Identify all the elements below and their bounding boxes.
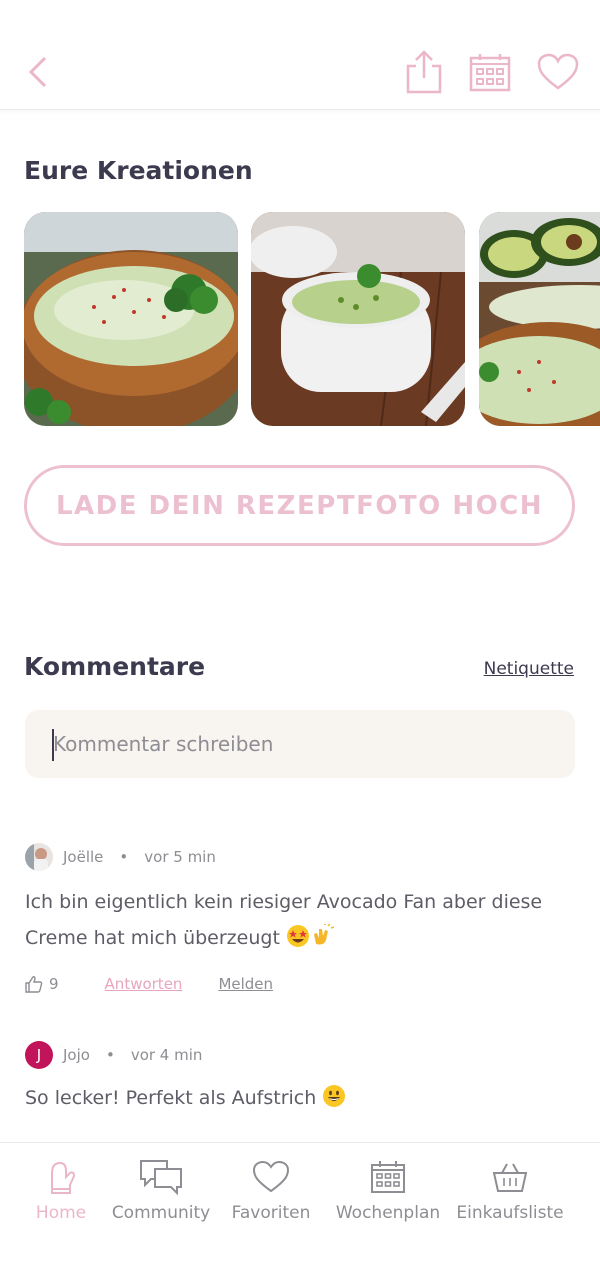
nav-label: Wochenplan bbox=[335, 1203, 441, 1223]
calendar-icon bbox=[469, 54, 511, 92]
nav-item-favorites[interactable]: Favoriten bbox=[232, 1143, 310, 1266]
report-link[interactable]: Melden bbox=[218, 975, 273, 993]
share-icon bbox=[406, 50, 442, 94]
nav-label: Home bbox=[35, 1203, 87, 1223]
text-cursor bbox=[52, 729, 54, 761]
share-button[interactable] bbox=[400, 48, 448, 96]
netiquette-link[interactable]: Netiquette bbox=[484, 659, 574, 679]
upload-photo-button[interactable]: LADE DEIN REZEPTFOTO HOCH bbox=[24, 465, 575, 546]
grinning-face-emoji-icon bbox=[323, 1085, 346, 1107]
like-button[interactable]: 9 bbox=[25, 975, 59, 993]
comment-item: Joëlle • vor 5 min Ich bin eigentlich ke… bbox=[25, 842, 575, 996]
comment-body: So lecker! Perfekt als Aufstrich bbox=[25, 1087, 317, 1109]
comment-text: So lecker! Perfekt als Aufstrich bbox=[25, 1080, 575, 1116]
comments-title: Kommentare bbox=[24, 652, 206, 681]
nav-item-weekly-plan[interactable]: Wochenplan bbox=[336, 1143, 440, 1266]
heart-icon bbox=[537, 53, 579, 90]
comment-meta: Joëlle • vor 5 min bbox=[25, 842, 575, 872]
add-to-plan-button[interactable] bbox=[466, 48, 514, 96]
chat-bubbles-icon bbox=[140, 1160, 182, 1195]
clapping-hands-emoji-icon bbox=[313, 924, 334, 945]
like-count: 9 bbox=[49, 975, 59, 993]
heart-icon bbox=[252, 1160, 290, 1193]
creation-photo[interactable] bbox=[251, 212, 465, 426]
separator-dot: • bbox=[105, 1046, 115, 1064]
avatar[interactable]: J bbox=[25, 1041, 53, 1069]
creations-gallery[interactable] bbox=[24, 212, 600, 426]
creation-photo[interactable] bbox=[479, 212, 600, 426]
favorite-button[interactable] bbox=[534, 48, 582, 96]
avatar[interactable] bbox=[25, 843, 53, 871]
thumbs-up-icon bbox=[25, 976, 43, 993]
reply-link[interactable]: Antworten bbox=[105, 975, 183, 993]
comment-meta: J Jojo • vor 4 min bbox=[25, 1040, 575, 1070]
comment-author[interactable]: Joëlle bbox=[63, 848, 103, 866]
comment-time: vor 4 min bbox=[130, 1046, 203, 1064]
gallery-title: Eure Kreationen bbox=[24, 156, 253, 185]
home-oven-mitt-icon bbox=[51, 1161, 76, 1194]
top-bar bbox=[0, 0, 600, 110]
star-struck-emoji-icon bbox=[286, 925, 309, 947]
chevron-left-icon bbox=[28, 56, 47, 88]
comment-author[interactable]: Jojo bbox=[63, 1046, 90, 1064]
creation-photo[interactable] bbox=[24, 212, 238, 426]
comment-time: vor 5 min bbox=[144, 848, 216, 866]
comment-item: J Jojo • vor 4 min So lecker! Perfekt al… bbox=[25, 1040, 575, 1116]
basket-icon bbox=[492, 1163, 528, 1192]
nav-label: Favoriten bbox=[231, 1203, 311, 1223]
nav-item-community[interactable]: Community bbox=[112, 1143, 210, 1266]
comment-text: Ich bin eigentlich kein riesiger Avocado… bbox=[25, 884, 575, 956]
nav-item-shopping-list[interactable]: Einkaufsliste bbox=[456, 1143, 564, 1266]
comment-actions: 9 Antworten Melden bbox=[25, 972, 575, 996]
calendar-icon bbox=[371, 1161, 405, 1193]
bottom-navigation: Home Community Favoriten Wochenplan Eink… bbox=[0, 1142, 600, 1266]
nav-label: Einkaufsliste bbox=[456, 1203, 564, 1223]
comment-body: Ich bin eigentlich kein riesiger Avocado… bbox=[25, 891, 543, 949]
back-button[interactable] bbox=[14, 48, 62, 96]
nav-label: Community bbox=[111, 1203, 211, 1223]
nav-item-home[interactable]: Home bbox=[36, 1143, 86, 1266]
comment-input[interactable] bbox=[25, 710, 575, 778]
separator-dot: • bbox=[119, 848, 129, 866]
